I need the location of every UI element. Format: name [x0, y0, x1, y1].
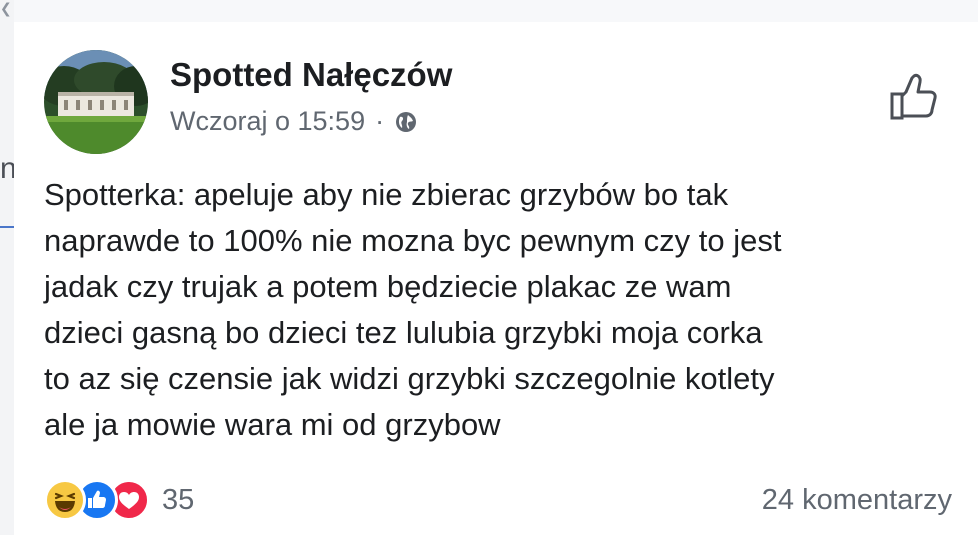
- page-name[interactable]: Spotted Nałęczów: [170, 56, 452, 94]
- background-window-edge: ❮ n: [0, 0, 17, 535]
- post-timestamp[interactable]: Wczoraj o 15:59: [170, 106, 365, 137]
- background-underline: [0, 226, 14, 228]
- post-card: Spotted Nałęczów Wczoraj o 15:59 · Spott…: [14, 22, 978, 535]
- haha-icon: [44, 479, 86, 521]
- post-text-line: jadak czy trujak a potem będziecie plaka…: [44, 269, 732, 304]
- like-page-icon[interactable]: [886, 70, 942, 126]
- globe-icon[interactable]: [394, 110, 418, 134]
- post-meta: Wczoraj o 15:59 ·: [170, 106, 418, 137]
- reaction-count[interactable]: 35: [162, 484, 194, 517]
- post-footer: 35 24 komentarzy: [44, 475, 952, 525]
- top-bar: [14, 0, 978, 23]
- post-text-line: dzieci gasną bo dzieci tez lulubia grzyb…: [44, 315, 763, 350]
- meta-separator: ·: [375, 106, 385, 136]
- comments-count[interactable]: 24 komentarzy: [762, 484, 952, 517]
- post-text: Spotterka: apeluje aby nie zbierac grzyb…: [44, 172, 964, 448]
- post-text-line: ale ja mowie wara mi od grzybow: [44, 407, 501, 442]
- post-text-line: naprawde to 100% nie mozna byc pewnym cz…: [44, 223, 782, 258]
- avatar[interactable]: [44, 50, 148, 154]
- chevron-icon: ❮: [0, 0, 12, 16]
- reactions-summary[interactable]: 35: [44, 479, 194, 521]
- post-text-line: Spotterka: apeluje aby nie zbierac grzyb…: [44, 177, 729, 212]
- post-text-line: to az się czensie jak widzi grzybki szcz…: [44, 361, 775, 396]
